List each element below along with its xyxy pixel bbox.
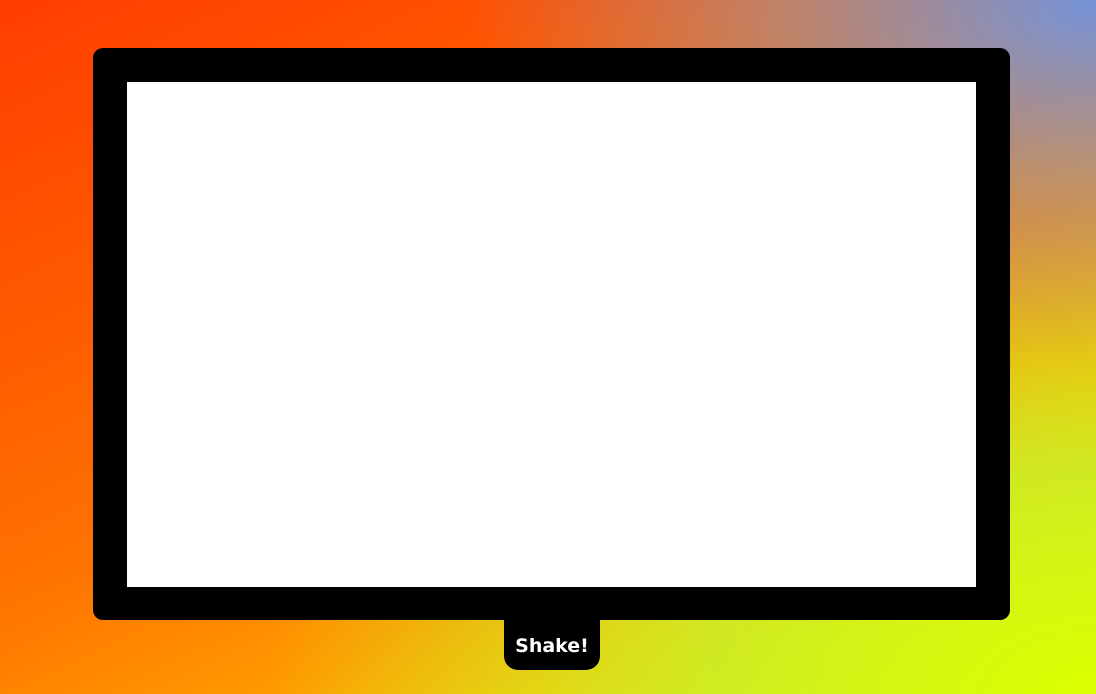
drawing-svg [295, 254, 311, 482]
drawing-canvas[interactable] [127, 82, 976, 587]
shake-button[interactable]: Shake! [504, 612, 600, 670]
etch-a-sketch-frame [93, 48, 1010, 620]
shake-button-label: Shake! [515, 635, 589, 657]
